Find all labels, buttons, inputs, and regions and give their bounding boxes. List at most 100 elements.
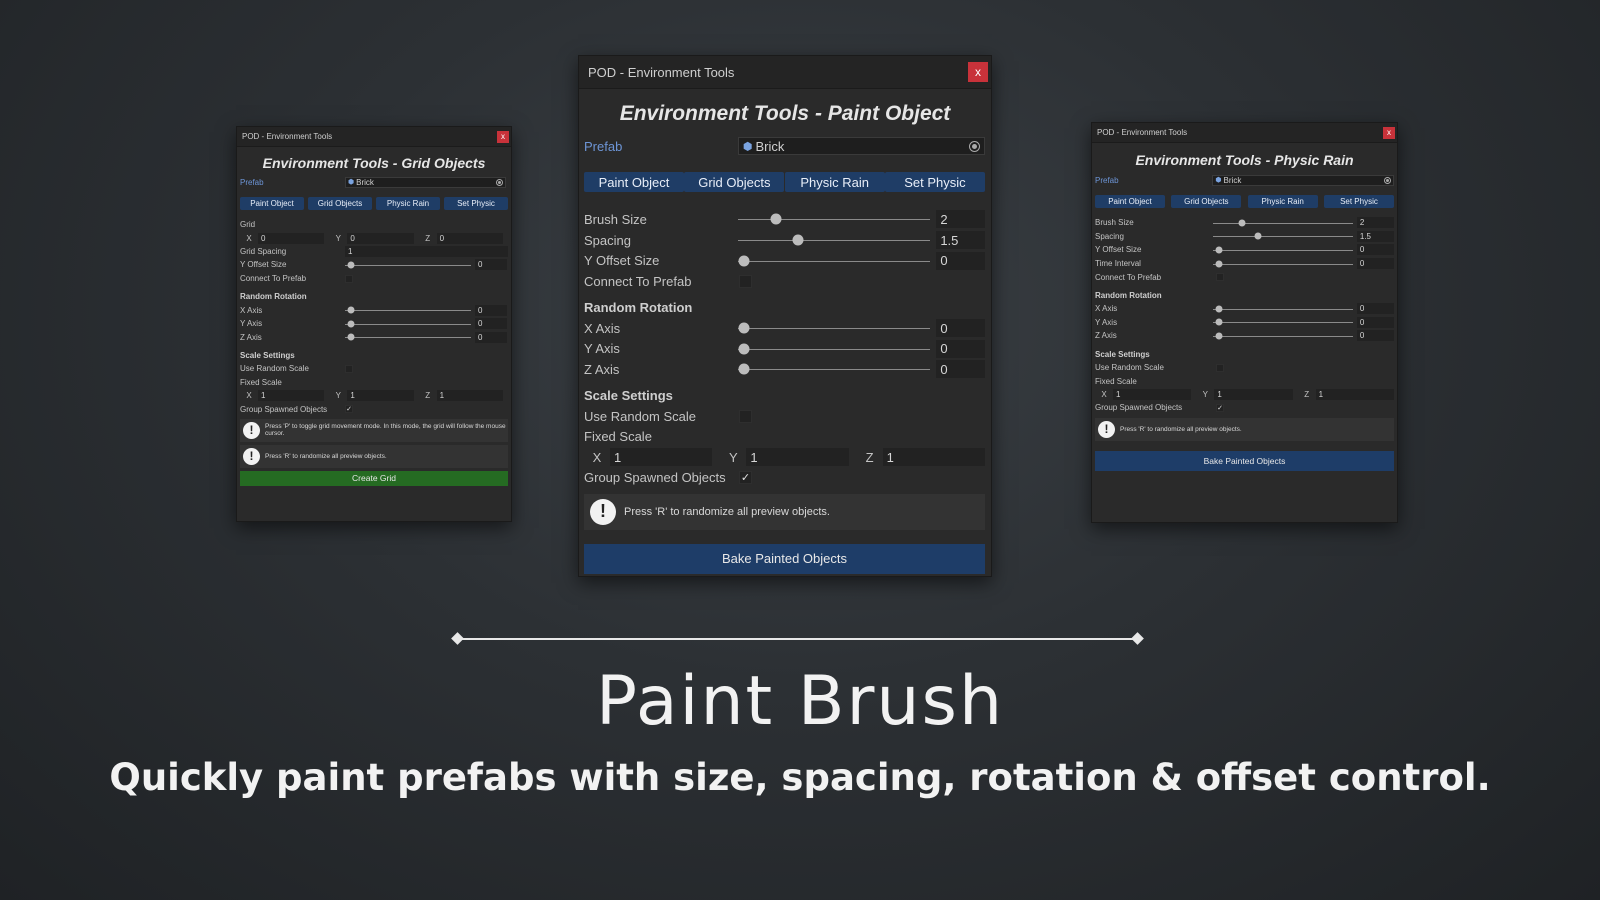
- fixed-scale-y-input[interactable]: 1: [347, 390, 414, 402]
- group-spawned-checkbox[interactable]: ✓: [1216, 403, 1224, 412]
- y-offset-slider[interactable]: [1213, 244, 1353, 256]
- z-axis-slider[interactable]: [345, 331, 471, 343]
- connect-to-prefab-checkbox[interactable]: [1216, 273, 1224, 282]
- fixed-scale-z-input[interactable]: 1: [1315, 388, 1394, 400]
- x-axis-slider[interactable]: [1213, 303, 1353, 315]
- slider-knob[interactable]: [1215, 246, 1223, 254]
- fixed-scale-x-input[interactable]: 1: [258, 390, 325, 402]
- time-interval-input[interactable]: 0: [1356, 258, 1395, 270]
- grid-spacing-input[interactable]: 1: [345, 245, 508, 257]
- fixed-scale-z-input[interactable]: 1: [882, 448, 985, 467]
- slider-knob[interactable]: [1238, 219, 1246, 227]
- window-titlebar[interactable]: POD - Environment Tools x: [237, 127, 511, 147]
- z-axis-slider[interactable]: [737, 359, 931, 379]
- y-axis-slider[interactable]: [737, 339, 931, 359]
- fixed-scale-x-input[interactable]: 1: [1113, 388, 1192, 400]
- grid-z-input[interactable]: 0: [436, 232, 503, 244]
- spacing-input[interactable]: 1.5: [936, 231, 985, 250]
- y-axis-slider[interactable]: [1213, 316, 1353, 328]
- prefab-field[interactable]: ⬢ Brick: [1212, 174, 1394, 186]
- z-axis-input[interactable]: 0: [1356, 330, 1395, 342]
- y-axis-input[interactable]: 0: [936, 339, 985, 358]
- x-axis-slider[interactable]: [737, 318, 931, 338]
- tab-physic-rain[interactable]: Physic Rain: [784, 172, 885, 192]
- x-axis-input[interactable]: 0: [1356, 303, 1395, 315]
- slider-knob[interactable]: [738, 322, 750, 334]
- slider-knob[interactable]: [347, 333, 355, 341]
- slider-knob[interactable]: [738, 363, 750, 375]
- tab-physic-rain[interactable]: Physic Rain: [376, 197, 440, 210]
- y-offset-slider[interactable]: [737, 251, 931, 271]
- time-interval-slider[interactable]: [1213, 258, 1353, 270]
- close-icon[interactable]: x: [968, 62, 988, 82]
- tab-grid-objects[interactable]: Grid Objects: [1171, 195, 1242, 208]
- spacing-input[interactable]: 1.5: [1356, 230, 1395, 242]
- connect-to-prefab-checkbox[interactable]: [739, 274, 752, 288]
- group-spawned-checkbox[interactable]: ✓: [345, 405, 353, 414]
- spacing-slider[interactable]: [1213, 230, 1353, 242]
- z-axis-input[interactable]: 0: [936, 360, 985, 379]
- object-picker-icon[interactable]: [496, 178, 503, 186]
- z-axis-slider[interactable]: [1213, 330, 1353, 342]
- use-random-scale-checkbox[interactable]: [1216, 363, 1224, 372]
- slider-knob[interactable]: [347, 320, 355, 328]
- brush-size-input[interactable]: 2: [1356, 217, 1395, 229]
- slider-knob[interactable]: [1215, 318, 1223, 326]
- y-offset-input[interactable]: 0: [1356, 244, 1395, 256]
- slider-knob[interactable]: [738, 255, 750, 267]
- tab-set-physic[interactable]: Set Physic: [1323, 195, 1394, 208]
- window-titlebar[interactable]: POD - Environment Tools x: [579, 56, 991, 89]
- y-offset-slider[interactable]: [345, 259, 471, 271]
- slider-knob[interactable]: [1254, 232, 1262, 240]
- tab-paint-object[interactable]: Paint Object: [1095, 195, 1165, 208]
- x-axis-slider[interactable]: [345, 304, 471, 316]
- slider-knob[interactable]: [1215, 305, 1223, 313]
- grid-y-input[interactable]: 0: [347, 232, 414, 244]
- tab-grid-objects[interactable]: Grid Objects: [308, 197, 372, 210]
- slider-knob[interactable]: [1215, 260, 1223, 268]
- tab-physic-rain[interactable]: Physic Rain: [1247, 195, 1318, 208]
- y-offset-input[interactable]: 0: [475, 259, 507, 271]
- bake-painted-objects-button[interactable]: Bake Painted Objects: [584, 543, 985, 574]
- brush-size-input[interactable]: 2: [936, 210, 985, 229]
- fixed-scale-y-input[interactable]: 1: [746, 448, 849, 467]
- close-icon[interactable]: x: [1383, 126, 1395, 139]
- slider-knob[interactable]: [792, 234, 804, 246]
- slider-knob[interactable]: [770, 213, 782, 225]
- x-axis-input[interactable]: 0: [936, 319, 985, 338]
- y-axis-input[interactable]: 0: [475, 318, 507, 330]
- group-spawned-checkbox[interactable]: ✓: [739, 471, 752, 485]
- y-axis-slider[interactable]: [345, 318, 471, 330]
- spacing-slider[interactable]: [737, 230, 931, 250]
- create-grid-button[interactable]: Create Grid: [240, 470, 508, 486]
- brush-size-slider[interactable]: [1213, 217, 1353, 229]
- tab-paint-object[interactable]: Paint Object: [584, 172, 684, 192]
- use-random-scale-checkbox[interactable]: [345, 364, 353, 373]
- bake-painted-objects-button[interactable]: Bake Painted Objects: [1095, 450, 1394, 471]
- fixed-scale-y-input[interactable]: 1: [1214, 388, 1293, 400]
- object-picker-icon[interactable]: [969, 140, 980, 152]
- grid-x-input[interactable]: 0: [258, 232, 325, 244]
- object-picker-icon[interactable]: [1384, 176, 1391, 184]
- tab-set-physic[interactable]: Set Physic: [444, 197, 508, 210]
- x-axis-input[interactable]: 0: [475, 304, 507, 316]
- close-icon[interactable]: x: [497, 130, 509, 143]
- y-axis-input[interactable]: 0: [1356, 316, 1395, 328]
- use-random-scale-checkbox[interactable]: [739, 409, 752, 423]
- connect-to-prefab-checkbox[interactable]: [345, 274, 353, 283]
- tab-paint-object[interactable]: Paint Object: [240, 197, 304, 210]
- slider-knob[interactable]: [347, 261, 355, 269]
- y-offset-input[interactable]: 0: [936, 251, 985, 270]
- fixed-scale-x-input[interactable]: 1: [610, 448, 713, 467]
- slider-knob[interactable]: [738, 343, 750, 355]
- brush-size-slider[interactable]: [737, 209, 931, 229]
- prefab-field[interactable]: ⬢ Brick: [737, 137, 985, 155]
- fixed-scale-z-input[interactable]: 1: [436, 390, 503, 402]
- slider-knob[interactable]: [347, 306, 355, 314]
- prefab-field[interactable]: ⬢ Brick: [345, 176, 506, 188]
- slider-knob[interactable]: [1215, 332, 1223, 340]
- tab-set-physic[interactable]: Set Physic: [884, 172, 985, 192]
- window-titlebar[interactable]: POD - Environment Tools x: [1092, 123, 1397, 143]
- z-axis-input[interactable]: 0: [475, 331, 507, 343]
- tab-grid-objects[interactable]: Grid Objects: [684, 172, 785, 192]
